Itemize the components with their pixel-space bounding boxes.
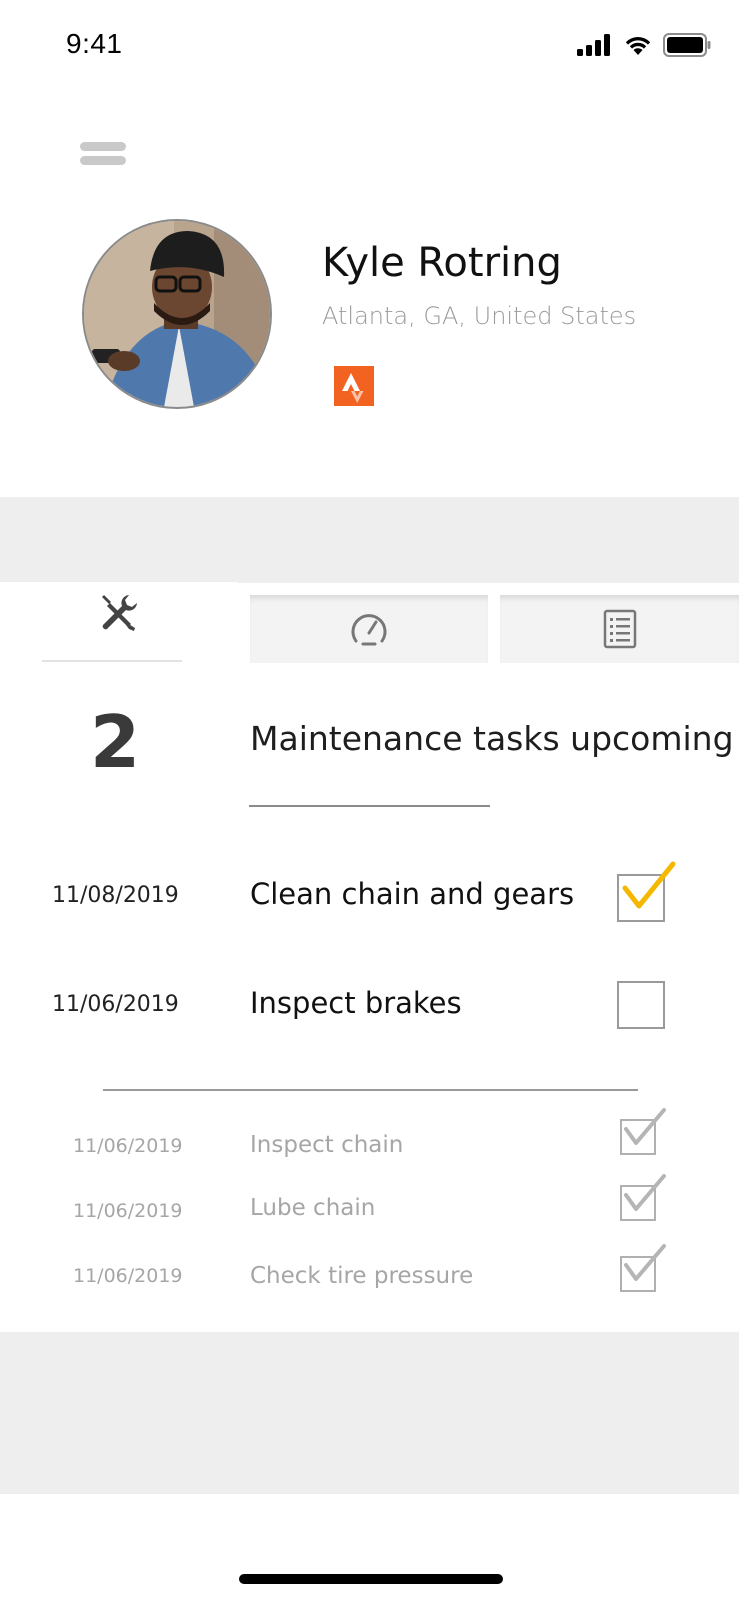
- completed-task-checkbox[interactable]: [620, 1185, 656, 1221]
- profile-location: Atlanta, GA, United States: [322, 302, 637, 330]
- profile-name: Kyle Rotring: [322, 240, 562, 286]
- task-checkbox[interactable]: [617, 981, 665, 1029]
- strava-icon: [342, 373, 364, 403]
- completed-task-checkbox[interactable]: [620, 1119, 656, 1155]
- task-checkbox[interactable]: [617, 874, 665, 922]
- task-title: Clean chain and gears: [250, 877, 575, 911]
- completed-task-date: 11/06/2019: [73, 1135, 183, 1157]
- completed-task-title: Inspect chain: [250, 1132, 404, 1158]
- tab-log[interactable]: [500, 595, 739, 663]
- task-date: 11/08/2019: [52, 883, 179, 908]
- status-icons: [577, 30, 711, 60]
- signal-icon: [577, 34, 610, 56]
- completed-task-date: 11/06/2019: [73, 1265, 183, 1287]
- battery-icon: [663, 33, 711, 57]
- strava-button[interactable]: [334, 366, 374, 406]
- completed-task-title: Check tire pressure: [250, 1263, 474, 1289]
- home-indicator[interactable]: [239, 1574, 503, 1584]
- completed-task-title: Lube chain: [250, 1195, 376, 1221]
- avatar[interactable]: [82, 219, 272, 409]
- status-time: 9:41: [66, 28, 123, 59]
- tools-icon: [102, 595, 137, 631]
- completed-task-date: 11/06/2019: [73, 1200, 183, 1222]
- speedometer-icon: [351, 614, 387, 646]
- summary-divider: [249, 805, 490, 807]
- wifi-icon: [625, 37, 651, 55]
- completed-divider: [103, 1089, 638, 1091]
- upcoming-count: 2: [90, 700, 141, 784]
- tab-stats[interactable]: [250, 595, 488, 663]
- avatar-photo: [84, 221, 270, 407]
- tab-maintenance[interactable]: [0, 582, 238, 664]
- task-title: Inspect brakes: [250, 986, 462, 1020]
- completed-task-checkbox[interactable]: [620, 1256, 656, 1292]
- list-icon: [603, 609, 636, 649]
- upcoming-label: Maintenance tasks upcoming: [250, 719, 734, 758]
- tab-underline: [42, 660, 182, 662]
- footer-band: [0, 1332, 739, 1494]
- task-date: 11/06/2019: [52, 992, 179, 1017]
- menu-button[interactable]: [80, 142, 126, 168]
- section-separator: [0, 497, 739, 583]
